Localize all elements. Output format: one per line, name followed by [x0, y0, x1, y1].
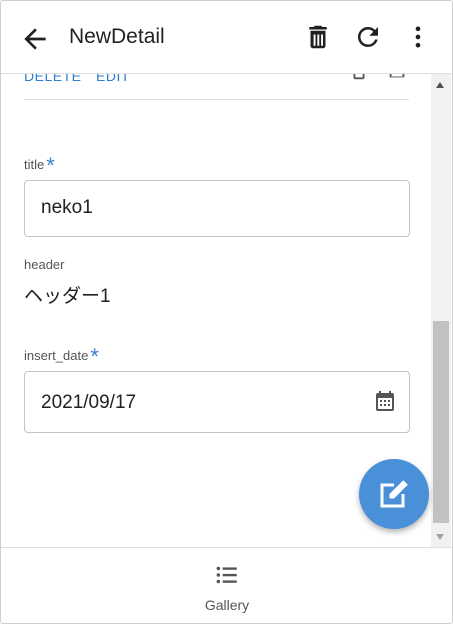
arrow-left-icon — [24, 28, 46, 50]
back-button[interactable] — [19, 23, 51, 55]
refresh-icon — [357, 26, 378, 47]
title-label-text: title — [24, 157, 45, 172]
row-delete-button[interactable] — [348, 74, 370, 82]
trash-icon — [309, 25, 327, 49]
header-field-label: header — [24, 257, 65, 272]
edit-fab-button[interactable] — [359, 459, 429, 529]
insert-date-input[interactable]: 2021/09/17 — [24, 371, 410, 433]
nav-item-label: Gallery — [204, 597, 250, 613]
insert-date-label-text: insert_date — [24, 348, 89, 363]
scroll-down-arrow[interactable] — [436, 534, 444, 540]
trash-outline-icon — [353, 74, 365, 80]
insert-date-field-label: insert_date* — [24, 340, 99, 369]
calendar-icon — [376, 391, 394, 411]
title-field-label: title* — [24, 149, 55, 178]
scroll-up-arrow[interactable] — [436, 82, 444, 88]
row-edit-button[interactable] — [386, 74, 408, 82]
delete-link[interactable]: DELETE — [24, 74, 81, 84]
record-actions-row: DELETE EDIT — [24, 74, 409, 100]
edit-icon — [380, 480, 408, 508]
title-input[interactable]: neko1 — [24, 180, 410, 237]
insert-date-value: 2021/09/17 — [41, 392, 137, 413]
header-value: ヘッダー1 — [24, 286, 111, 307]
edit-square-icon — [389, 74, 405, 78]
list-icon — [216, 566, 237, 584]
app-bar: NewDetail — [1, 1, 452, 74]
app-frame: NewDetail DELETE EDIT title* neko1 heade… — [0, 0, 453, 624]
delete-button[interactable] — [302, 21, 334, 53]
page-title: NewDetail — [69, 25, 165, 48]
title-input-value: neko1 — [41, 197, 93, 218]
refresh-button[interactable] — [352, 21, 384, 53]
calendar-button[interactable] — [373, 389, 397, 418]
more-menu-button[interactable] — [402, 21, 434, 53]
required-mark: * — [90, 344, 99, 369]
required-mark: * — [46, 153, 55, 178]
more-vert-icon — [415, 26, 421, 48]
vertical-scrollbar[interactable] — [431, 74, 451, 547]
scrollbar-thumb[interactable] — [433, 321, 449, 523]
edit-link[interactable]: EDIT — [96, 74, 130, 84]
nav-item-gallery[interactable]: Gallery — [191, 562, 263, 614]
bottom-navigation: Gallery — [1, 547, 452, 623]
